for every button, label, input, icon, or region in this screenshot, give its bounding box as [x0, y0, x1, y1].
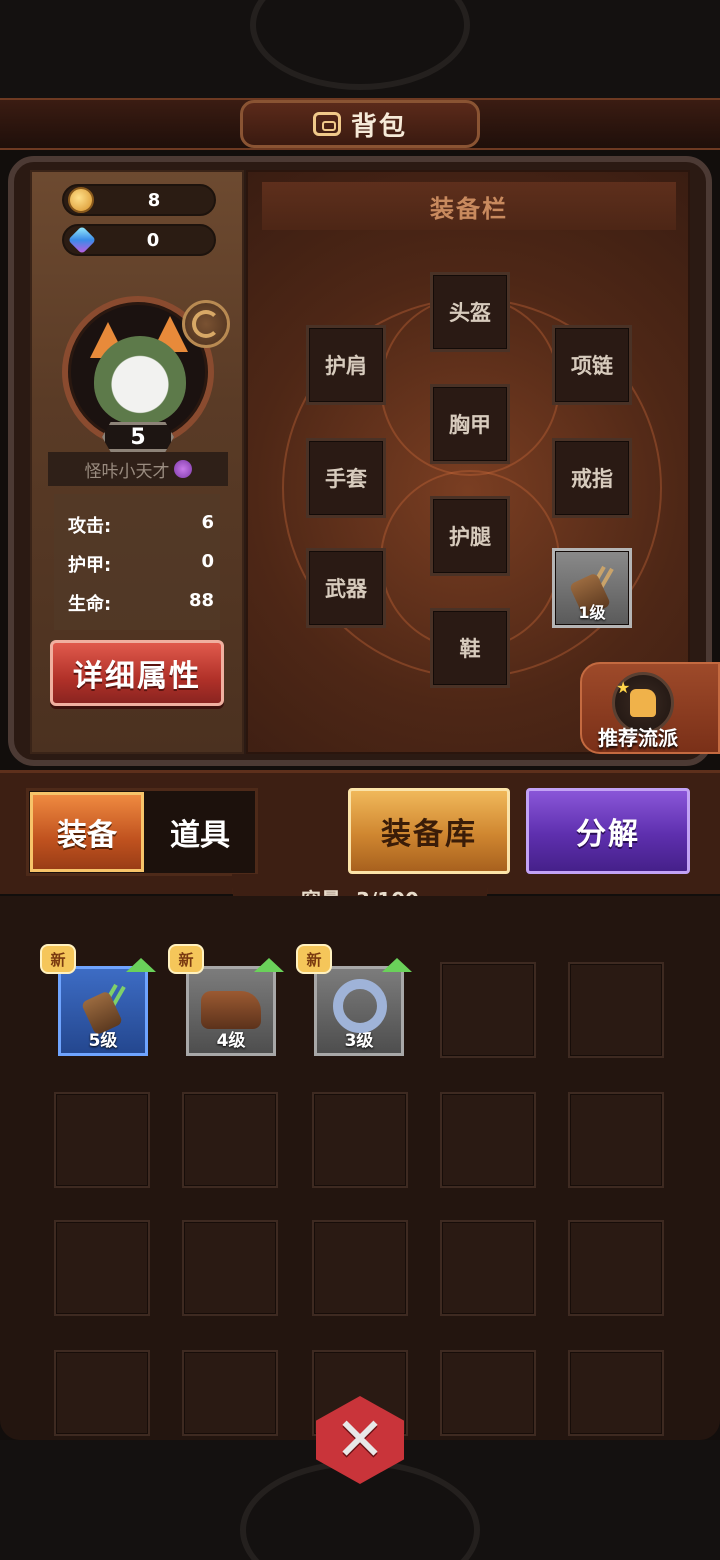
slot-shoes[interactable]: 鞋	[430, 608, 510, 688]
avatar-face	[94, 336, 186, 424]
coin-value: 8	[147, 189, 161, 211]
slot-weapon[interactable]: 武器	[306, 548, 386, 628]
inventory-slot-empty[interactable]	[440, 962, 536, 1058]
stat-attack: 攻击: 6	[68, 512, 214, 538]
stat-value: 6	[201, 512, 214, 533]
stats-panel: 攻击: 6 护甲: 0 生命: 88	[54, 494, 220, 630]
tab-equipment[interactable]: 装备	[30, 792, 144, 872]
gem-value: 0	[146, 229, 160, 251]
player-name: 怪咔小天才	[48, 452, 228, 486]
inventory-slot-empty[interactable]	[440, 1350, 536, 1436]
boots-icon	[201, 991, 261, 1029]
slot-helmet[interactable]: 头盔	[430, 272, 510, 352]
stat-value: 0	[201, 551, 214, 572]
inventory-slot-empty[interactable]	[440, 1220, 536, 1316]
inventory-slot-empty[interactable]	[312, 1220, 408, 1316]
new-badge: 新	[40, 944, 76, 974]
inventory-slot-empty[interactable]	[54, 1092, 150, 1188]
coin-counter: 8	[62, 184, 216, 216]
level-badge: 5	[102, 422, 174, 452]
dismantle-button[interactable]: 分解	[526, 788, 690, 874]
tab-props[interactable]: 道具	[146, 792, 254, 872]
slot-gloves[interactable]: 手套	[306, 438, 386, 518]
stat-health: 生命: 88	[68, 590, 214, 616]
page-title: 背包	[350, 111, 407, 142]
star-icon: ★	[616, 678, 631, 697]
gem-counter: 0	[62, 224, 216, 256]
close-icon: ✕	[334, 1405, 386, 1475]
inventory-slot-empty[interactable]	[54, 1350, 150, 1436]
inventory-slot-empty[interactable]	[182, 1350, 278, 1436]
upgrade-arrow-icon	[382, 958, 412, 972]
item-level: 1级	[578, 603, 606, 622]
slot-legs[interactable]: 护腿	[430, 496, 510, 576]
new-badge: 新	[296, 944, 332, 974]
inventory-slot-empty[interactable]	[54, 1220, 150, 1316]
inventory-slot-empty[interactable]	[568, 1220, 664, 1316]
player-name-text: 怪咔小天才	[84, 461, 170, 482]
inventory-item[interactable]: 4级	[186, 966, 276, 1056]
grape-icon	[173, 460, 192, 478]
stat-armor: 护甲: 0	[68, 551, 214, 577]
inventory-slot-empty[interactable]	[440, 1092, 536, 1188]
slot-accessory-equipped[interactable]: 1级	[552, 548, 632, 628]
inventory-slot-empty[interactable]	[568, 962, 664, 1058]
recommend-build-button[interactable]: ★ 推荐流派	[580, 662, 720, 754]
inventory-slot-empty[interactable]	[182, 1220, 278, 1316]
new-badge: 新	[168, 944, 204, 974]
stat-label: 生命:	[68, 594, 112, 615]
stat-value: 88	[188, 590, 214, 611]
equipment-title: 装备栏	[262, 182, 676, 230]
header-title-plaque: 背包	[240, 100, 480, 148]
stat-label: 攻击:	[68, 516, 112, 537]
slot-necklace[interactable]: 项链	[552, 325, 632, 405]
backpack-icon	[312, 112, 341, 136]
inventory-item[interactable]: 5级	[58, 966, 148, 1056]
slot-shoulder[interactable]: 护肩	[306, 325, 386, 405]
detail-attributes-button[interactable]: 详细属性	[50, 640, 224, 706]
recommend-label: 推荐流派	[598, 726, 678, 750]
coin-icon	[68, 187, 94, 213]
slot-chest[interactable]: 胸甲	[430, 384, 510, 464]
stat-label: 护甲:	[68, 555, 112, 576]
quiver-icon	[80, 981, 127, 1036]
ring-icon	[333, 979, 387, 1033]
slot-ring[interactable]: 戒指	[552, 438, 632, 518]
inventory-slot-empty[interactable]	[312, 1092, 408, 1188]
inventory-slot-empty[interactable]	[182, 1092, 278, 1188]
inventory-item[interactable]: 3级	[314, 966, 404, 1056]
inventory-slot-empty[interactable]	[568, 1092, 664, 1188]
item-level: 4级	[216, 1031, 246, 1051]
upgrade-arrow-icon	[126, 958, 156, 972]
refresh-icon[interactable]	[182, 300, 230, 348]
upgrade-arrow-icon	[254, 958, 284, 972]
equipment-warehouse-button[interactable]: 装备库	[348, 788, 510, 874]
inventory-slot-empty[interactable]	[568, 1350, 664, 1436]
